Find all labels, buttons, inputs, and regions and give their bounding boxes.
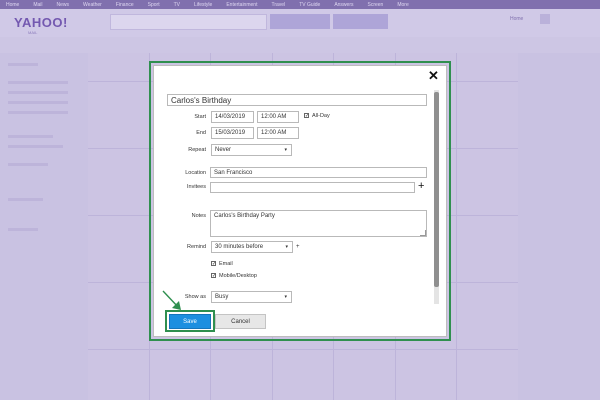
remind-select[interactable]: 30 minutes before ▾ [211, 241, 293, 253]
plus-icon[interactable]: + [296, 244, 300, 250]
invitees-label: Invitees [187, 184, 206, 190]
repeat-value: Never [215, 147, 232, 153]
location-label: Location [185, 170, 206, 176]
repeat-label: Repeat [188, 147, 206, 153]
chevron-down-icon: ▾ [284, 147, 287, 153]
notes-label: Notes [191, 213, 206, 219]
textarea-resize-handle[interactable] [420, 230, 426, 236]
end-time-input[interactable]: 12:00 AM [257, 127, 299, 139]
showas-select[interactable]: Busy ▾ [211, 291, 292, 303]
start-time-input[interactable]: 12:00 AM [257, 111, 299, 123]
chevron-down-icon: ▾ [284, 294, 287, 300]
mobile-label: Mobile/Desktop [219, 273, 257, 279]
chevron-down-icon: ▾ [285, 244, 288, 250]
remind-label: Remind [187, 244, 206, 250]
allday-label: All-Day [312, 113, 330, 119]
email-checkbox[interactable]: ✓ [211, 261, 216, 267]
close-icon[interactable]: ✕ [428, 69, 439, 82]
remind-value: 30 minutes before [215, 244, 264, 250]
end-date-input[interactable]: 15/03/2019 [211, 127, 254, 139]
dialog-scrollbar-thumb[interactable] [434, 92, 439, 287]
email-label: Email [219, 261, 233, 267]
allday-checkbox[interactable]: ✓ [304, 113, 309, 119]
notes-textarea[interactable]: Carlos's Birthday Party [210, 210, 427, 237]
save-button[interactable]: Save [169, 314, 211, 329]
event-title-input[interactable]: Carlos's Birthday [167, 94, 427, 106]
start-date-input[interactable]: 14/03/2019 [211, 111, 254, 123]
cancel-button[interactable]: Cancel [215, 314, 266, 329]
location-input[interactable]: San Francisco [210, 167, 427, 178]
plus-icon[interactable]: + [418, 181, 424, 192]
start-label: Start [194, 114, 206, 120]
invitees-input[interactable] [210, 182, 415, 193]
showas-value: Busy [215, 294, 229, 300]
mobile-checkbox[interactable]: ✓ [211, 273, 216, 279]
arrow-icon [162, 290, 181, 310]
repeat-select[interactable]: Never ▾ [211, 144, 292, 156]
end-label: End [196, 130, 206, 136]
